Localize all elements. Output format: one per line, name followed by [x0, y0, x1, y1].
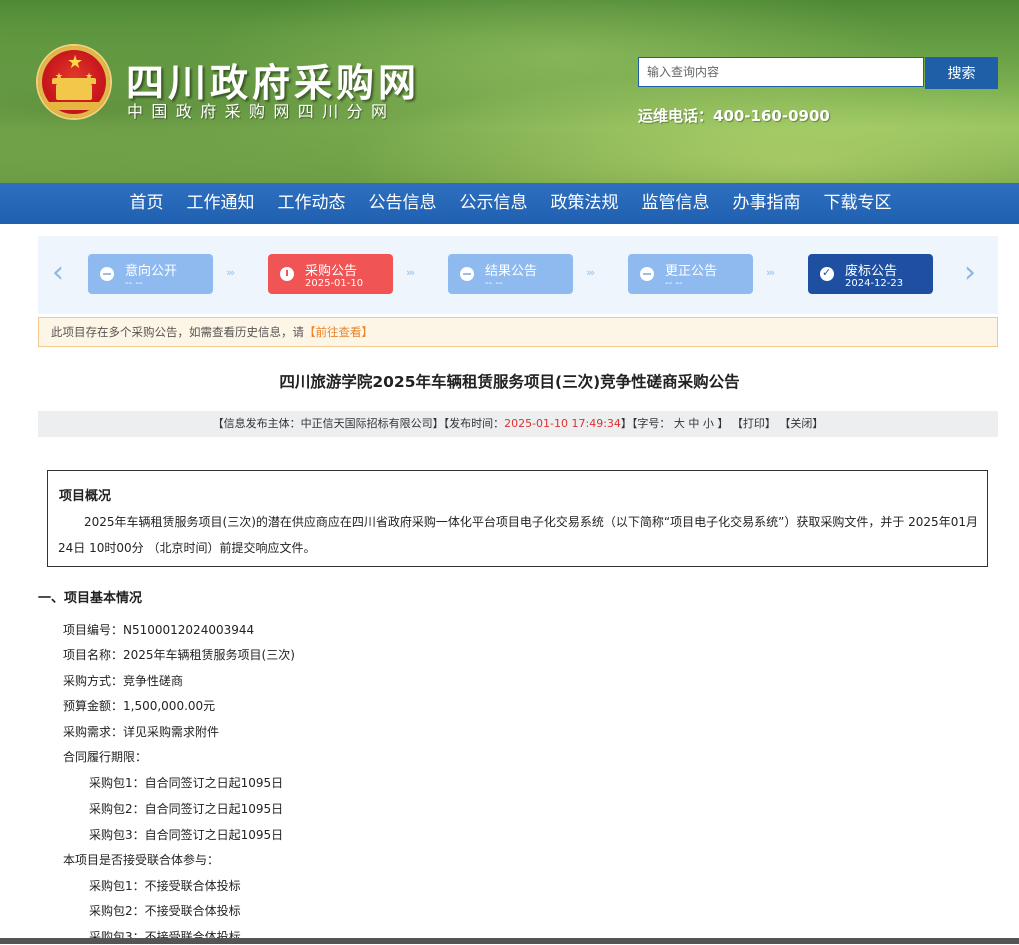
double-chevron-right-icon: ››› [226, 266, 235, 279]
page-title: 四川旅游学院2025年车辆租赁服务项目(三次)竞争性磋商采购公告 [279, 373, 740, 391]
minus-circle-icon [100, 267, 114, 281]
project-overview-box: 项目概况 2025年车辆租赁服务项目(三次)的潜在供应商应在四川省政府采购一体化… [47, 470, 988, 567]
nav-item-work-notice[interactable]: 工作通知 [175, 183, 266, 224]
procurement-method: 采购方式：竞争性磋商 [63, 674, 184, 688]
timeline-item-date: 2025-01-10 [305, 278, 364, 289]
nav-item-publicity[interactable]: 公示信息 [448, 183, 539, 224]
contract-period-item: 采购包1：自合同签订之日起1095日 [89, 776, 284, 790]
search-button[interactable]: 搜索 [925, 57, 998, 89]
minus-circle-icon [460, 267, 474, 281]
search-input[interactable] [638, 57, 924, 87]
timeline-item-label: 更正公告 [665, 264, 718, 279]
timeline-item-label: 结果公告 [485, 264, 538, 279]
timeline-item-label: 采购公告 [305, 264, 358, 279]
consortium-item: 采购包1：不接受联合体投标 [89, 879, 241, 893]
hotline-text: 运维电话：400-160-0900 [638, 107, 830, 125]
double-chevron-right-icon: ››› [586, 266, 595, 279]
site-header: ★ ★ ★ ★ ★ 四川政府采购网 中国政府采购网四川分网 搜索 运维电话：40… [0, 0, 1019, 183]
font-size-label: 】【字号： [620, 417, 671, 430]
timeline-item-date: 2024-12-23 [845, 278, 904, 289]
contract-period-item: 采购包2：自合同签订之日起1095日 [89, 802, 284, 816]
nav-item-work-news[interactable]: 工作动态 [266, 183, 357, 224]
nav-item-announcements[interactable]: 公告信息 [357, 183, 448, 224]
timeline-item-date: -- -- [665, 278, 683, 289]
project-number: 项目编号：N5100012024003944 [63, 623, 255, 637]
timeline-item-date: -- -- [485, 278, 503, 289]
overview-heading: 项目概况 [59, 489, 112, 504]
nav-item-guide[interactable]: 办事指南 [721, 183, 812, 224]
view-history-link[interactable]: 【前往查看】 [304, 325, 373, 339]
minus-circle-icon [640, 267, 654, 281]
timeline-item-procurement[interactable]: 采购公告 2025-01-10 [268, 254, 393, 294]
font-large-button[interactable]: 大 [674, 417, 685, 430]
procurement-timeline: ‹ 意向公开 -- -- ››› 采购公告 2025-01-10 ››› 结果公… [38, 236, 998, 314]
chevron-right-icon[interactable]: › [964, 258, 976, 288]
timeline-item-label: 废标公告 [845, 264, 898, 279]
project-name: 项目名称：2025年车辆租赁服务项目(三次) [63, 648, 295, 662]
section-heading: 一、项目基本情况 [38, 591, 143, 606]
publisher-info: 【信息发布主体：中正信天国际招标有限公司】【发布时间： [212, 417, 505, 430]
check-circle-icon [820, 266, 834, 281]
timeline-item-label: 意向公开 [125, 264, 178, 279]
font-size-close-bracket: 】 [717, 417, 729, 430]
main-nav: 首页 工作通知 工作动态 公告信息 公示信息 政策法规 监管信息 办事指南 下载… [0, 183, 1019, 224]
timeline-item-intent[interactable]: 意向公开 -- -- [88, 254, 213, 294]
chevron-left-icon[interactable]: ‹ [52, 258, 64, 288]
notice-text: 此项目存在多个采购公告，如需查看历史信息，请 [51, 325, 304, 339]
consortium-item: 采购包2：不接受联合体投标 [89, 904, 241, 918]
nav-item-home[interactable]: 首页 [118, 183, 175, 224]
national-emblem-icon: ★ ★ ★ ★ ★ [38, 46, 110, 118]
publish-time: 2025-01-10 17:49:34 [504, 417, 621, 430]
nav-item-supervision[interactable]: 监管信息 [630, 183, 721, 224]
budget-amount: 预算金额：1,500,000.00元 [63, 699, 216, 713]
double-chevron-right-icon: ››› [766, 266, 775, 279]
nav-item-policy[interactable]: 政策法规 [539, 183, 630, 224]
timeline-item-cancel[interactable]: 废标公告 2024-12-23 [808, 254, 933, 294]
site-subtitle: 中国政府采购网四川分网 [127, 102, 396, 121]
overview-text: 2025年车辆租赁服务项目(三次)的潜在供应商应在四川省政府采购一体化平台项目电… [58, 515, 978, 555]
font-small-button[interactable]: 小 [703, 417, 714, 430]
consortium-label: 本项目是否接受联合体参与： [63, 853, 220, 867]
horizontal-scrollbar[interactable] [0, 938, 1019, 944]
close-button[interactable]: 【关闭】 [779, 417, 823, 430]
announcement-info-bar: 【信息发布主体：中正信天国际招标有限公司】【发布时间：2025-01-10 17… [38, 411, 998, 437]
print-button[interactable]: 【打印】 [732, 417, 776, 430]
contract-period-label: 合同履行期限： [63, 750, 148, 764]
timeline-item-result[interactable]: 结果公告 -- -- [448, 254, 573, 294]
font-medium-button[interactable]: 中 [688, 417, 699, 430]
clock-icon [280, 267, 294, 281]
double-chevron-right-icon: ››› [406, 266, 415, 279]
history-notice: 此项目存在多个采购公告，如需查看历史信息，请【前往查看】 [38, 317, 998, 347]
nav-item-download[interactable]: 下载专区 [812, 183, 903, 224]
timeline-item-correction[interactable]: 更正公告 -- -- [628, 254, 753, 294]
timeline-item-date: -- -- [125, 278, 143, 289]
procurement-requirement: 采购需求：详见采购需求附件 [63, 725, 220, 739]
contract-period-item: 采购包3：自合同签订之日起1095日 [89, 828, 284, 842]
